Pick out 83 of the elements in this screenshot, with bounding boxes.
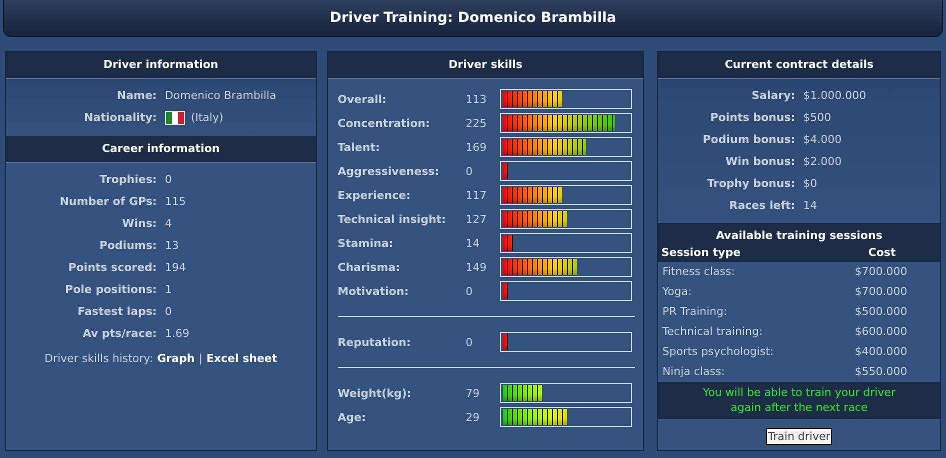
stat-label: Points scored: [67,260,157,276]
stat-label: Av pts/race: [82,326,157,342]
skill-label: Concentration: [338,116,431,130]
skill-label: Technical insight: [338,212,447,226]
skill-label: Reputation: [338,336,412,348]
skill-value: 169 [466,140,488,154]
stat-label: Trophies: [98,172,157,188]
session-name: PR Training: [662,304,728,320]
session-cost: $400.000 [854,344,908,360]
session-name: Fitness class: [662,264,736,280]
field-label: Nationality: [82,110,157,126]
skill-label: Motivation: [338,284,410,298]
skill-value: 113 [466,92,488,106]
skill-label: Age: [338,410,367,424]
stat-label: Fastest laps: [76,304,157,320]
contract-label: Points bonus: [709,110,796,126]
stat-label: Wins: [121,216,157,232]
train-button[interactable]: Train driver [766,428,832,445]
skill-value: 117 [466,188,488,202]
field-label: Name: [116,88,157,104]
stat-value: 115 [164,194,187,210]
skill-value: 149 [466,260,488,274]
session-cost: $550.000 [854,364,908,380]
session-name: Yoga: [662,284,693,300]
page-title: Driver Training: Domenico Brambilla [3,0,943,37]
stat-label: Podiums: [98,238,157,254]
stat-label: Pole positions: [64,282,157,298]
contract-label: Podium bonus: [702,132,796,148]
skill-label: Aggressiveness: [338,164,440,178]
contract-label: Salary: [750,88,796,104]
contract-value: $2.000 [803,154,843,170]
separator: | [198,352,202,365]
field-value: Domenico Brambilla [164,88,278,104]
contract-label: Trophy bonus: [706,176,796,192]
field-value: (Italy) [190,110,224,126]
session-cost: $700.000 [854,264,908,280]
stat-label: Number of GPs: [58,194,157,210]
skill-label: Talent: [338,140,381,154]
history-label: Driver skills history: [44,352,154,365]
panel-heading: Current contract details [658,52,940,79]
contract-value: $4.000 [803,132,843,148]
skill-label: Overall: [338,92,388,106]
session-cost: $500.000 [854,304,908,320]
stat-value: 194 [164,260,187,276]
panel-heading: Career information [6,136,316,163]
notice-text: You will be able to train your driver again after the next race [658,382,940,419]
panel-heading: Driver information [6,52,316,79]
skill-value: 225 [466,116,488,130]
session-name: Technical training: [662,324,764,340]
panel-heading: Driver skills [328,52,644,79]
session-name: Sports psychologist: [662,344,775,360]
stat-value: 13 [164,238,180,254]
contract-label: Win bonus: [724,154,796,170]
flag-icon [164,111,185,125]
contract-value: $0 [803,176,818,192]
skill-value: 14 [466,236,481,250]
stat-value: 0 [164,172,173,188]
stat-value: 0 [164,304,173,320]
column-header: Session type [661,246,742,259]
panel-heading: Available training sessions [658,223,940,246]
column-header: Cost [867,246,897,259]
skill-value: 0 [466,336,474,348]
skill-label: Charisma: [338,260,402,274]
excel-link[interactable]: Excel sheet [206,352,278,365]
skill-value: 0 [466,164,474,178]
skill-value: 0 [466,284,474,298]
skill-label: Stamina: [338,236,394,250]
skill-value: 127 [466,212,488,226]
stat-value: 1 [164,282,173,298]
skill-value: 29 [466,410,481,424]
stat-value: 4 [164,216,173,232]
contract-value: $1.000.000 [803,88,868,104]
contract-label: Races left: [728,198,796,214]
skill-value: 79 [466,386,481,400]
graph-link[interactable]: Graph [157,352,195,365]
session-cost: $600.000 [854,324,908,340]
session-cost: $700.000 [854,284,908,300]
stat-value: 1.69 [164,326,190,342]
session-name: Ninja class: [662,364,726,380]
skill-label: Weight(kg): [338,386,412,400]
contract-value: 14 [803,198,818,214]
contract-value: $500 [803,110,832,126]
skill-label: Experience: [338,188,412,202]
